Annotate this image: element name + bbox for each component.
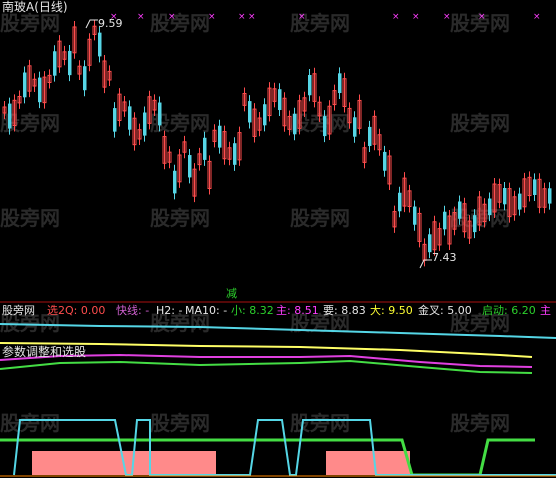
candle-body: [233, 143, 237, 165]
watermark: 股旁网: [290, 411, 350, 435]
stock-title: 南玻A(日线): [2, 0, 68, 14]
signal-marker: ×: [137, 12, 145, 22]
watermark: 股旁网: [150, 11, 210, 35]
candle-body: [173, 170, 177, 194]
candle-body: [503, 188, 507, 205]
candle-body: [473, 215, 477, 233]
candle-body: [53, 51, 57, 76]
header-indicator: 小: 8.32: [231, 304, 274, 317]
candle-body: [428, 234, 432, 253]
header-indicator: 金叉: 5.00: [418, 304, 472, 317]
candle-body: [338, 73, 342, 94]
candle-body: [38, 77, 42, 103]
header-indicator: MA10: -: [185, 304, 228, 317]
watermark: 股旁网: [150, 411, 210, 435]
header-indicator: 快线: -: [116, 304, 150, 317]
signal-marker: ×: [412, 12, 420, 22]
pink-block: [326, 451, 410, 475]
signal-marker: ×: [478, 12, 486, 22]
header-indicator: 大: 9.50: [370, 304, 413, 317]
watermark: 股旁网: [0, 11, 60, 35]
candle-body: [488, 198, 492, 216]
candle-body: [158, 102, 162, 126]
candle-body: [128, 106, 132, 130]
candle-body: [368, 126, 372, 147]
candle-body: [23, 72, 27, 98]
high-price-label: 9.59: [98, 17, 123, 30]
candle-body: [293, 113, 297, 135]
candle-body: [308, 75, 312, 96]
candle-body: [398, 192, 402, 212]
header-indicator: 主: [540, 304, 551, 317]
candle-body: [533, 179, 537, 195]
watermark: 股旁网: [0, 411, 60, 435]
signal-marker: ×: [392, 12, 400, 22]
watermark: 股旁网: [290, 206, 350, 230]
chart-canvas: 股旁网 股旁网 股旁网 股旁网股旁网 股旁网 股旁网 股旁网股旁网 股旁网 股旁网 股旁网股旁网股…: [0, 11, 556, 477]
candle-body: [548, 188, 552, 204]
signal-marker: ×: [248, 12, 256, 22]
signal-label: 减: [226, 287, 237, 300]
candle-body: [353, 117, 357, 137]
candle-body: [188, 155, 192, 178]
green-band: [0, 359, 533, 374]
header-indicator: 选2Q: 0.00: [47, 304, 106, 317]
candle-body: [323, 116, 327, 137]
candle-body: [218, 125, 222, 148]
watermark: 股旁网: [0, 206, 60, 230]
candle-body: [143, 112, 147, 136]
low-pointer: [419, 259, 432, 269]
header-indicator: 要: 8.83: [323, 304, 366, 317]
signal-marker: ×: [168, 12, 176, 22]
candle-body: [248, 101, 252, 123]
candle-body: [68, 50, 72, 76]
header-indicator: H2: -: [156, 304, 183, 317]
candle-body: [458, 201, 462, 219]
candle-body: [443, 211, 447, 230]
watermark: 股旁网: [450, 111, 510, 135]
candle-body: [413, 206, 417, 225]
signal-marker: ×: [208, 12, 216, 22]
candle-body: [278, 89, 282, 111]
candle-body: [98, 32, 102, 57]
candle-body: [8, 103, 12, 129]
candle-body: [203, 137, 207, 160]
signal-marker: ×: [533, 12, 541, 22]
watermark: 股旁网: [150, 206, 210, 230]
header-indicator: 主: 8.51: [276, 304, 319, 317]
sub-chart-label: 参数调整和选股: [2, 345, 87, 359]
signal-marker: ×: [298, 12, 306, 22]
header-indicator: 股旁网: [2, 304, 35, 317]
candle-body: [113, 108, 117, 132]
signal-marker: ×: [238, 12, 246, 22]
low-price-label: 7.43: [432, 251, 457, 264]
signal-marker: ×: [443, 12, 451, 22]
header-indicator: 启动: 6.20: [482, 304, 536, 317]
candle-body: [383, 151, 387, 171]
candle-body: [518, 193, 522, 210]
candle-body: [83, 66, 87, 91]
candle-body: [263, 104, 267, 126]
watermark: 股旁网: [450, 411, 510, 435]
